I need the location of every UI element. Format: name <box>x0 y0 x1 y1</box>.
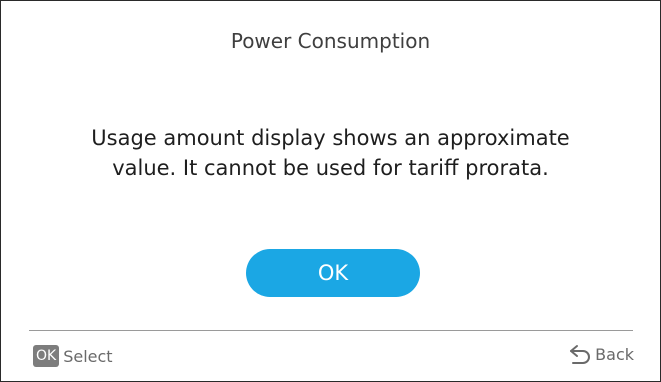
dialog-message: Usage amount display shows an approximat… <box>91 126 570 180</box>
select-label: Select <box>63 346 113 366</box>
select-hint: OK Select <box>33 345 113 367</box>
ok-key-badge: OK <box>33 345 60 367</box>
back-button[interactable]: Back <box>568 343 634 365</box>
dialog-title: Power Consumption <box>230 29 431 53</box>
footer-divider <box>29 330 633 331</box>
ok-button[interactable]: OK <box>246 249 420 297</box>
dialog-screen: Power Consumption Usage amount display s… <box>0 0 661 382</box>
back-label: Back <box>595 344 634 364</box>
back-arrow-icon <box>568 343 592 365</box>
